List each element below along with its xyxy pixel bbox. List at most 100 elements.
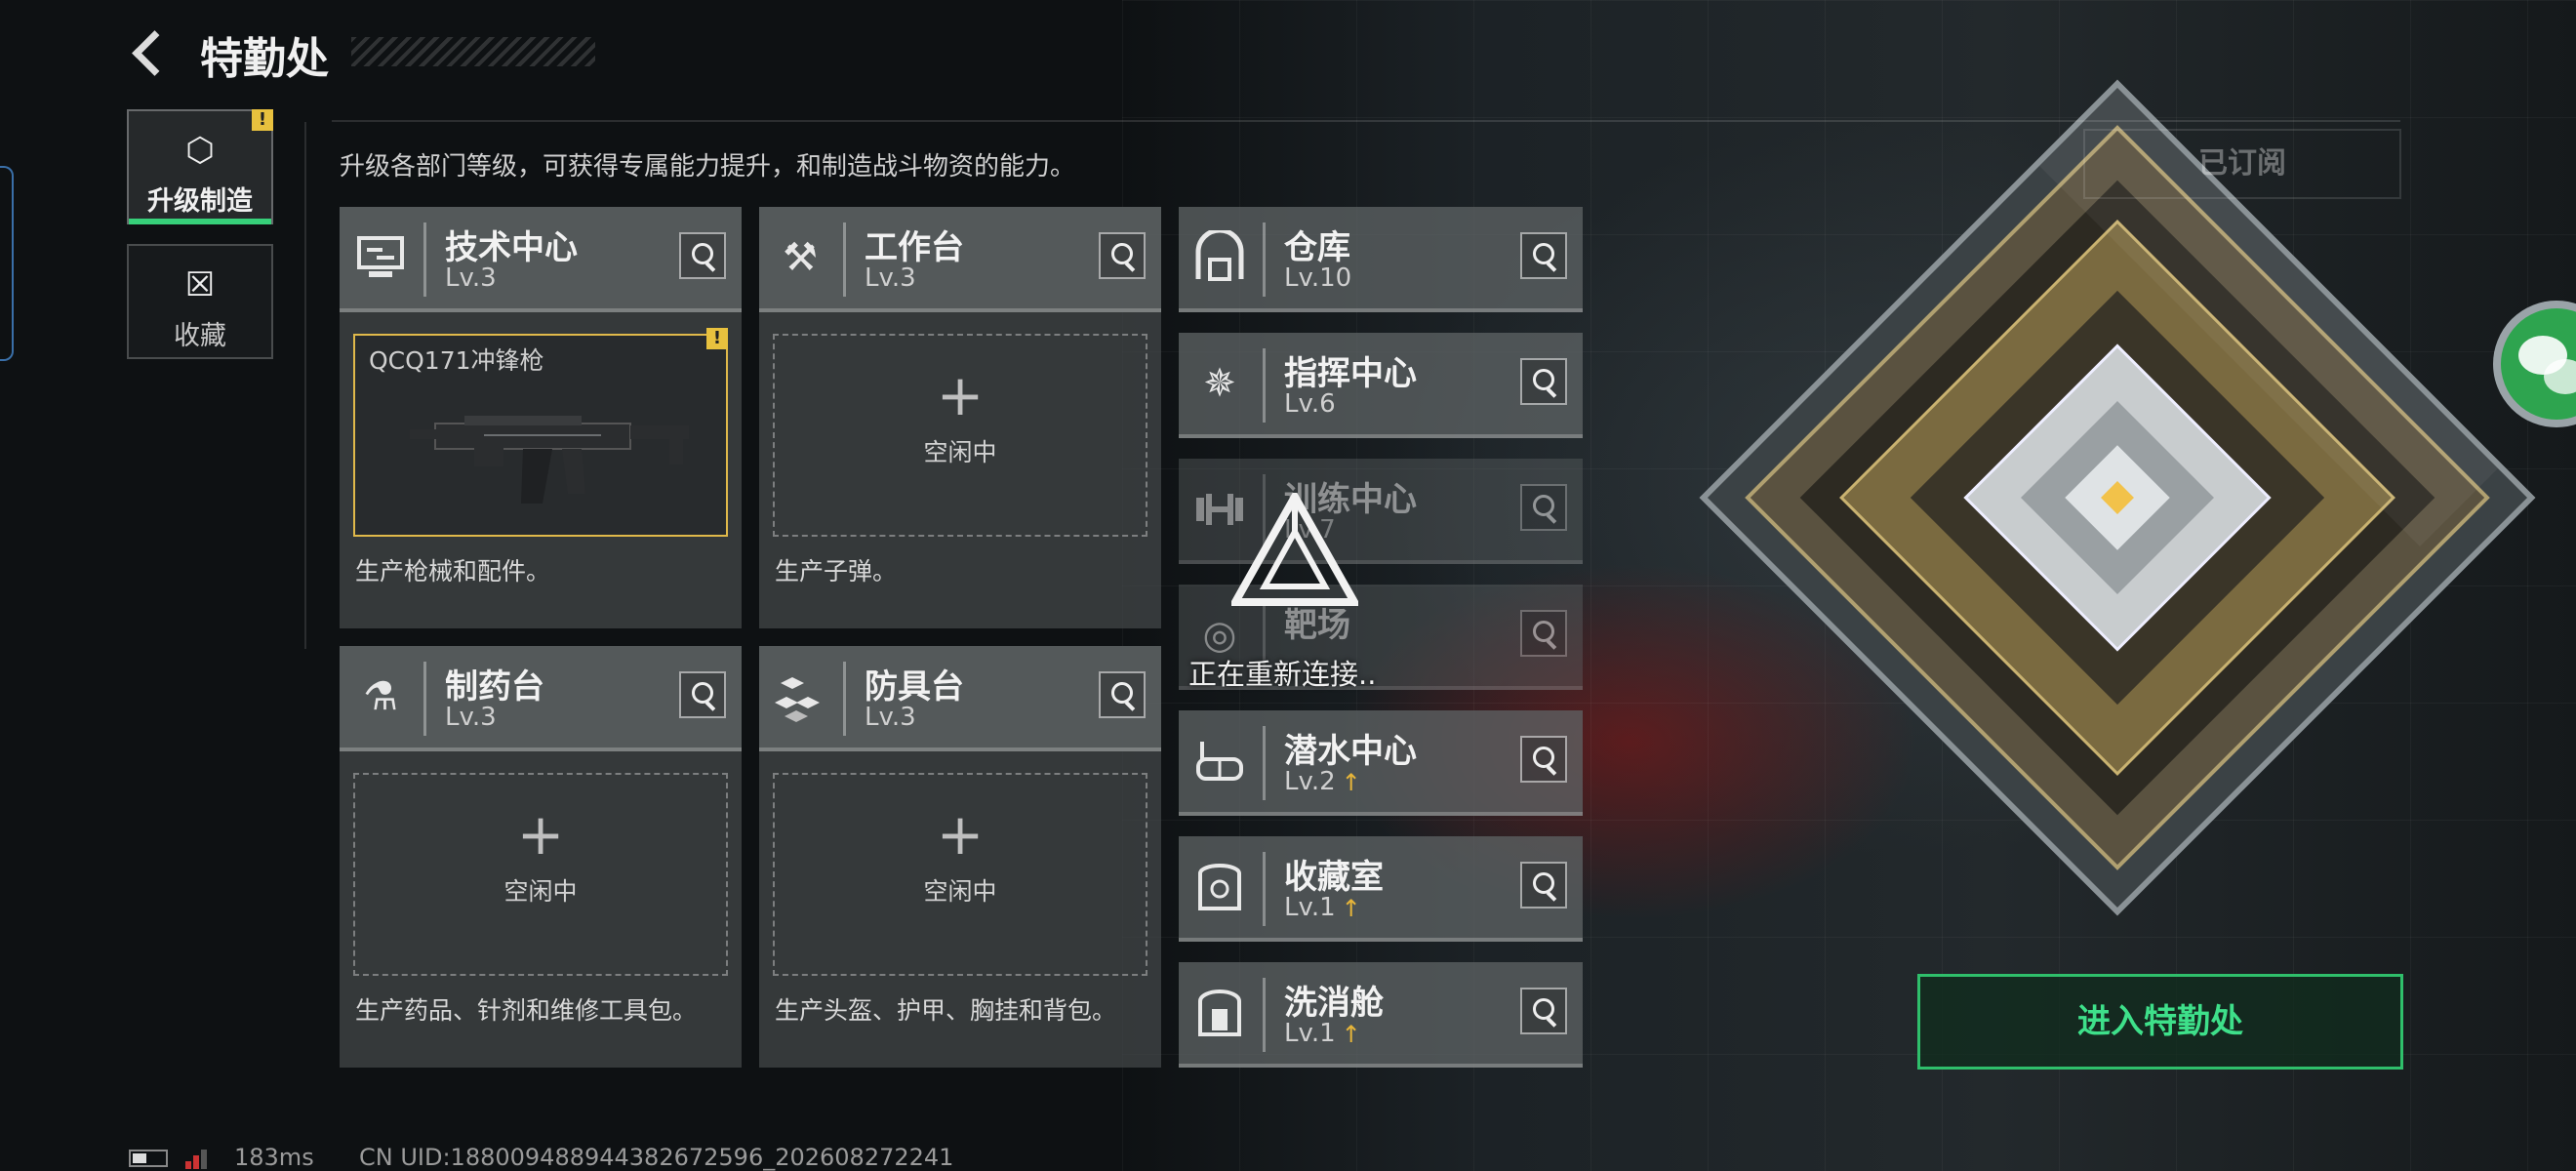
search-icon bbox=[1533, 872, 1554, 894]
tab-upgrade-craft[interactable]: ⬡ 升级制造 ! bbox=[127, 109, 273, 224]
facility-name: 潜水中心 bbox=[1284, 732, 1417, 771]
add-icon: + bbox=[936, 362, 985, 428]
facility-search-button[interactable] bbox=[1520, 484, 1567, 531]
facility-decontamination[interactable]: 洗消舱 Lv.1 ↑ bbox=[1179, 962, 1583, 1068]
production-slot[interactable]: + 空闲中 bbox=[773, 773, 1147, 976]
header-divider bbox=[332, 120, 2400, 122]
tech-center-icon bbox=[353, 230, 408, 285]
facility-search-button[interactable] bbox=[1520, 988, 1567, 1034]
upgrade-available-icon: ↑ bbox=[1341, 768, 1361, 796]
ping-readout: 183ms bbox=[234, 1144, 314, 1171]
signal-icon bbox=[185, 1148, 215, 1169]
facility-level: Lv.1 bbox=[1284, 893, 1336, 922]
production-slot[interactable]: QCQ171冲锋枪 ! bbox=[353, 328, 728, 537]
battery-icon bbox=[129, 1150, 168, 1167]
upgrade-available-icon: ↑ bbox=[1341, 1020, 1361, 1048]
back-arrow-icon bbox=[132, 30, 178, 76]
add-icon: + bbox=[516, 801, 565, 868]
search-icon bbox=[1533, 747, 1554, 768]
upgrade-craft-icon: ⬡ bbox=[185, 131, 215, 170]
search-icon bbox=[1533, 369, 1554, 390]
station-description: 生产子弹。 bbox=[775, 557, 898, 586]
station-header: 技术中心 Lv.3 bbox=[340, 207, 742, 312]
station-name: 防具台 bbox=[865, 667, 964, 707]
tab-collection[interactable]: ☒ 收藏 bbox=[127, 244, 273, 359]
title-decoration bbox=[351, 37, 595, 66]
collection-icon: ☒ bbox=[184, 265, 216, 304]
facility-name: 指挥中心 bbox=[1284, 354, 1417, 393]
search-icon bbox=[1111, 243, 1133, 264]
slot-status: 空闲中 bbox=[923, 438, 997, 466]
facility-collection-room[interactable]: 收藏室 Lv.1 ↑ bbox=[1179, 836, 1583, 942]
facility-level: Lv.2 bbox=[1284, 767, 1336, 796]
station-level: Lv.3 bbox=[445, 263, 497, 293]
station-description: 生产药品、针剂和维修工具包。 bbox=[355, 996, 698, 1025]
facility-search-button[interactable] bbox=[1520, 736, 1567, 783]
smg-weapon-image bbox=[410, 416, 689, 504]
search-icon bbox=[1111, 682, 1133, 704]
facility-level: Lv.10 bbox=[1284, 263, 1352, 293]
weapon-name: QCQ171冲锋枪 bbox=[369, 346, 544, 375]
warehouse-icon bbox=[1192, 227, 1247, 285]
station-card-workbench[interactable]: ⚒ 工作台 Lv.3 + 空闲中 生产子弹。 bbox=[759, 207, 1161, 628]
facility-name: 收藏室 bbox=[1284, 858, 1384, 897]
facility-search-button[interactable] bbox=[1520, 862, 1567, 909]
production-slot[interactable]: + 空闲中 bbox=[353, 773, 728, 976]
tab-label: 升级制造 bbox=[147, 186, 253, 217]
alert-badge: ! bbox=[706, 328, 728, 349]
station-level: Lv.3 bbox=[865, 703, 916, 732]
facility-level: Lv.1 bbox=[1284, 1019, 1336, 1048]
enter-special-ops-button[interactable]: 进入特勤处 bbox=[1917, 974, 2403, 1070]
facility-search-button[interactable] bbox=[1520, 358, 1567, 405]
station-header: ⚗ 制药台 Lv.3 bbox=[340, 646, 742, 751]
station-card-armor-bench[interactable]: 防具台 Lv.3 + 空闲中 生产头盔、护甲、胸挂和背包。 bbox=[759, 646, 1161, 1068]
page-title: 特勤处 bbox=[200, 34, 329, 84]
add-icon: + bbox=[936, 801, 985, 868]
search-icon bbox=[1533, 621, 1554, 642]
facility-level: Lv.6 bbox=[1284, 389, 1336, 419]
subscribed-button[interactable]: 已订阅 bbox=[2083, 129, 2401, 199]
reconnecting-logo-icon bbox=[1231, 493, 1358, 606]
station-search-button[interactable] bbox=[1099, 671, 1146, 718]
station-level: Lv.3 bbox=[865, 263, 916, 293]
station-description: 生产头盔、护甲、胸挂和背包。 bbox=[775, 996, 1117, 1025]
decontamination-icon bbox=[1192, 986, 1247, 1040]
station-search-button[interactable] bbox=[1099, 232, 1146, 279]
facility-name: 仓库 bbox=[1284, 228, 1350, 267]
header-separator bbox=[423, 222, 426, 297]
search-icon bbox=[1533, 243, 1554, 264]
station-level: Lv.3 bbox=[445, 703, 497, 732]
station-name: 制药台 bbox=[445, 667, 544, 707]
diving-center-icon bbox=[1192, 734, 1247, 788]
facility-search-button[interactable] bbox=[1520, 610, 1567, 657]
header-separator bbox=[843, 662, 846, 736]
armor-bench-icon bbox=[773, 669, 827, 724]
edge-drawer-handle[interactable] bbox=[0, 166, 14, 361]
header-separator bbox=[843, 222, 846, 297]
facility-search-button[interactable] bbox=[1520, 232, 1567, 279]
command-center-icon: ✵ bbox=[1203, 361, 1236, 406]
station-card-pharmacy[interactable]: ⚗ 制药台 Lv.3 + 空闲中 生产药品、针剂和维修工具包。 bbox=[340, 646, 742, 1068]
header-separator bbox=[423, 662, 426, 736]
station-header: ⚒ 工作台 Lv.3 bbox=[759, 207, 1161, 312]
production-slot[interactable]: + 空闲中 bbox=[773, 334, 1147, 537]
back-button[interactable] bbox=[125, 27, 178, 78]
facility-level-row: Lv.2 ↑ bbox=[1284, 767, 1361, 796]
search-icon bbox=[692, 682, 713, 704]
upgrade-available-icon: ↑ bbox=[1341, 894, 1361, 922]
station-header: 防具台 Lv.3 bbox=[759, 646, 1161, 751]
station-card-tech-center[interactable]: 技术中心 Lv.3 QCQ171冲锋枪 ! 生产枪械和配件。 bbox=[340, 207, 742, 628]
station-description: 生产枪械和配件。 bbox=[355, 557, 551, 586]
slot-status: 空闲中 bbox=[923, 877, 997, 906]
alert-badge: ! bbox=[252, 109, 273, 131]
search-icon bbox=[692, 243, 713, 264]
station-name: 技术中心 bbox=[445, 228, 578, 267]
station-search-button[interactable] bbox=[679, 671, 726, 718]
facility-diving-center[interactable]: 潜水中心 Lv.2 ↑ bbox=[1179, 710, 1583, 816]
station-search-button[interactable] bbox=[679, 232, 726, 279]
facility-command-center[interactable]: ✵ 指挥中心 Lv.6 bbox=[1179, 333, 1583, 438]
reconnecting-text: 正在重新连接.. bbox=[1188, 658, 1377, 691]
search-icon bbox=[1533, 495, 1554, 516]
pharmacy-icon: ⚗ bbox=[363, 674, 398, 719]
facility-warehouse[interactable]: 仓库 Lv.10 bbox=[1179, 207, 1583, 312]
